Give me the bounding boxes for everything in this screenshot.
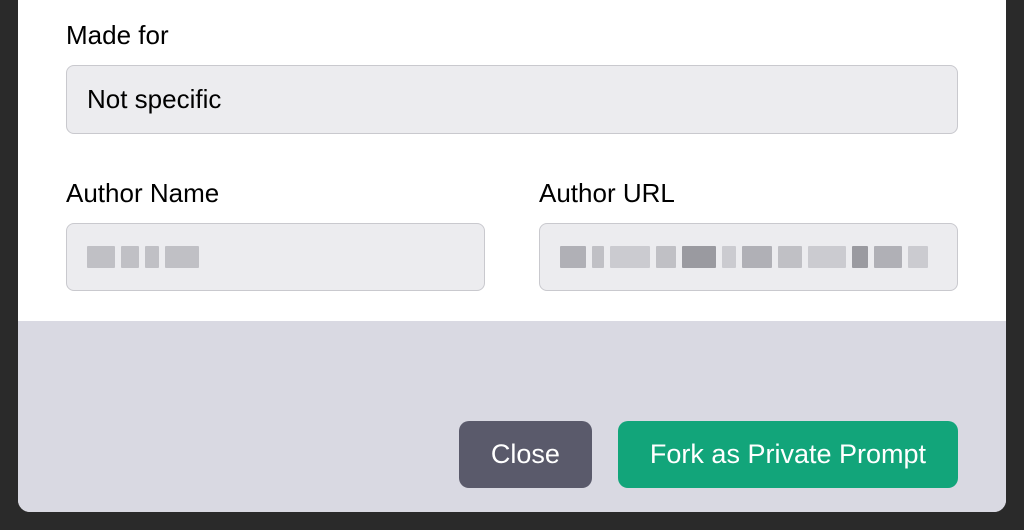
fork-private-prompt-button[interactable]: Fork as Private Prompt xyxy=(618,421,958,488)
close-button[interactable]: Close xyxy=(459,421,592,488)
author-url-label: Author URL xyxy=(539,178,958,209)
dialog-panel: Made for Author Name Author URL xyxy=(18,0,1006,512)
made-for-label: Made for xyxy=(66,20,958,51)
dialog-content: Made for Author Name Author URL xyxy=(18,0,1006,321)
author-url-input[interactable] xyxy=(539,223,958,291)
redacted-text xyxy=(87,242,464,272)
made-for-input[interactable] xyxy=(66,65,958,134)
author-name-label: Author Name xyxy=(66,178,485,209)
author-name-input[interactable] xyxy=(66,223,485,291)
redacted-text xyxy=(560,242,937,272)
dialog-filler xyxy=(18,321,1006,397)
dialog-footer: Close Fork as Private Prompt xyxy=(18,397,1006,512)
